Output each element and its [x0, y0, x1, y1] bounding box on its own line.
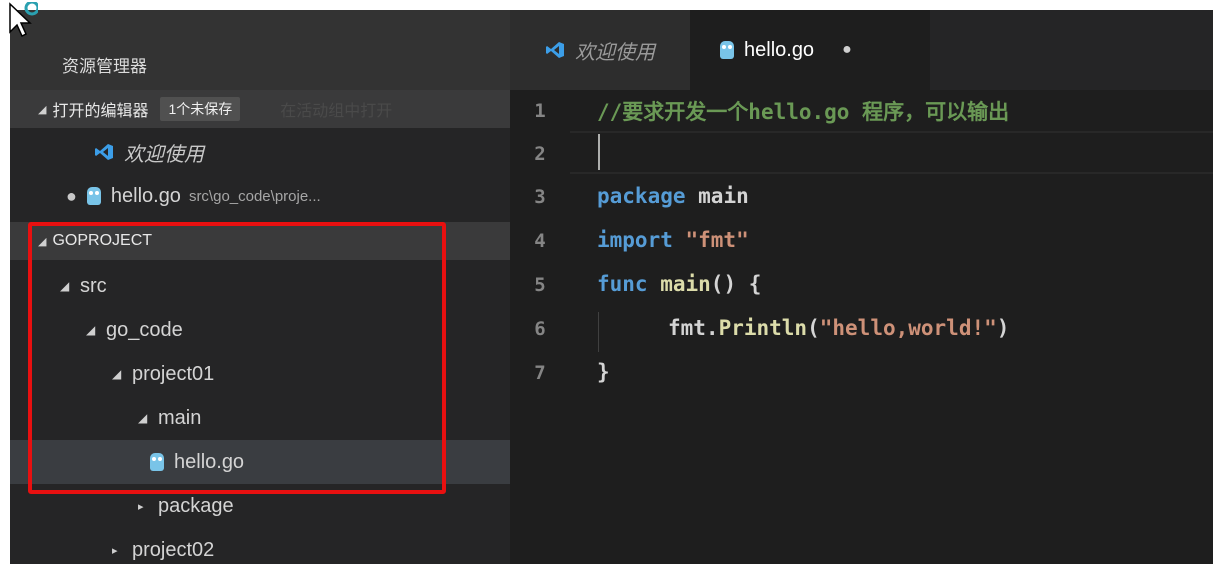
- tree-item-project02[interactable]: ▸ project02: [10, 528, 510, 564]
- tree-item-label: package: [158, 494, 234, 517]
- code-line-1[interactable]: //要求开发一个hello.go 程序，可以输出: [597, 96, 1009, 126]
- code-line-4[interactable]: import "fmt": [597, 228, 749, 252]
- go-file-icon: [86, 187, 101, 205]
- chevron-down-icon: ◢: [138, 411, 148, 425]
- vscode-window: 资源管理器 ◢ 打开的编辑器 1个未保存 在活动组中打开 欢迎使用 ● hell…: [0, 0, 1213, 564]
- line-number: 5: [534, 274, 546, 296]
- tab-welcome[interactable]: 欢迎使用: [510, 10, 690, 90]
- tree-item-project01[interactable]: ◢ project01: [10, 352, 510, 396]
- code-line-5[interactable]: func main() {: [597, 272, 761, 296]
- code-punctuation: ): [996, 316, 1010, 340]
- tree-item-label: hello.go: [174, 450, 245, 473]
- line-number: 2: [534, 143, 546, 165]
- code-comment: //要求开发一个: [597, 100, 749, 124]
- explorer-sidebar: 资源管理器 ◢ 打开的编辑器 1个未保存 在活动组中打开 欢迎使用 ● hell…: [10, 10, 510, 564]
- line-number: 6: [534, 318, 546, 340]
- line-number: 3: [534, 186, 546, 208]
- unsaved-dot-icon: ●: [66, 185, 77, 206]
- code-identifier: fmt.: [668, 316, 719, 340]
- tree-item-label: project01: [132, 362, 215, 385]
- tree-item-package[interactable]: ▸ package: [10, 484, 510, 528]
- current-line-highlight: [570, 131, 1213, 174]
- code-function: main: [647, 272, 711, 296]
- text-cursor: [598, 134, 600, 170]
- line-number: 7: [534, 362, 546, 384]
- code-identifier: main: [685, 184, 749, 208]
- code-string: "hello,world!": [819, 316, 997, 340]
- vscode-icon: [545, 41, 565, 59]
- tree-item-go-code[interactable]: ◢ go_code: [10, 308, 510, 352]
- code-keyword: func: [597, 272, 648, 296]
- code-comment: 程序，可以输出: [849, 100, 1010, 124]
- open-editor-item-welcome[interactable]: 欢迎使用: [10, 130, 510, 174]
- code-comment: hello.go: [748, 100, 850, 124]
- line-number: 1: [534, 100, 546, 122]
- chevron-right-icon: ▸: [112, 544, 118, 557]
- indent-guide: [598, 312, 599, 352]
- mouse-pointer-icon: [9, 2, 38, 38]
- tree-item-main[interactable]: ◢ main: [10, 396, 510, 440]
- editor-pane: 欢迎使用 hello.go ● 1 2 3 4 5 6 7 //要求开发一个he…: [510, 10, 1213, 564]
- unsaved-dot-icon[interactable]: ●: [842, 41, 852, 59]
- tree-item-hello-go[interactable]: hello.go: [10, 440, 510, 484]
- ghost-hint-text: 在活动组中打开: [280, 103, 393, 120]
- tab-label: 欢迎使用: [575, 41, 655, 64]
- code-punctuation: (: [807, 316, 820, 340]
- tree-item-src[interactable]: ◢ src: [10, 264, 510, 308]
- tree-item-label: main: [158, 406, 202, 429]
- code-string: "fmt": [672, 228, 749, 252]
- code-line-3[interactable]: package main: [597, 184, 749, 208]
- chevron-down-icon: ◢: [86, 323, 96, 337]
- tree-item-label: go_code: [106, 318, 183, 341]
- code-function: Println: [718, 316, 808, 340]
- go-file-icon: [720, 41, 734, 59]
- code-line-7[interactable]: }: [597, 360, 610, 384]
- chevron-down-icon: ◢: [38, 235, 47, 248]
- chevron-down-icon: ◢: [112, 367, 122, 381]
- project-label: GOPROJECT: [52, 232, 153, 249]
- go-file-icon: [150, 453, 164, 471]
- open-editors-header[interactable]: ◢ 打开的编辑器 1个未保存 在活动组中打开: [10, 90, 510, 128]
- tab-label: hello.go: [744, 38, 815, 61]
- open-editor-label: hello.go: [110, 184, 181, 207]
- code-line-6[interactable]: fmt.Println("hello,world!"): [668, 316, 1009, 340]
- open-editors-label: 打开的编辑器: [52, 103, 149, 120]
- tab-bar: 欢迎使用 hello.go ●: [510, 10, 1213, 90]
- tab-hello-go[interactable]: hello.go ●: [690, 10, 930, 90]
- tree-item-label: src: [80, 274, 107, 297]
- tree-item-label: project02: [132, 538, 215, 561]
- unsaved-badge: 1个未保存: [160, 97, 241, 121]
- open-editor-label: 欢迎使用: [124, 143, 204, 166]
- chevron-down-icon: ◢: [38, 103, 47, 116]
- open-editor-item-hello[interactable]: ● hello.go src\go_code\proje...: [10, 174, 510, 218]
- open-editor-path: src\go_code\proje...: [188, 187, 321, 205]
- code-keyword: import: [597, 228, 673, 252]
- line-number: 4: [534, 230, 546, 252]
- top-strip: [0, 0, 1213, 10]
- chevron-down-icon: ◢: [60, 279, 70, 293]
- chevron-right-icon: ▸: [138, 500, 144, 513]
- vscode-icon: [94, 143, 114, 161]
- code-keyword: package: [597, 184, 686, 208]
- code-punctuation: }: [597, 360, 610, 384]
- explorer-title: 资源管理器: [10, 10, 510, 90]
- project-header[interactable]: ◢ GOPROJECT: [10, 222, 510, 260]
- code-punctuation: () {: [710, 272, 762, 296]
